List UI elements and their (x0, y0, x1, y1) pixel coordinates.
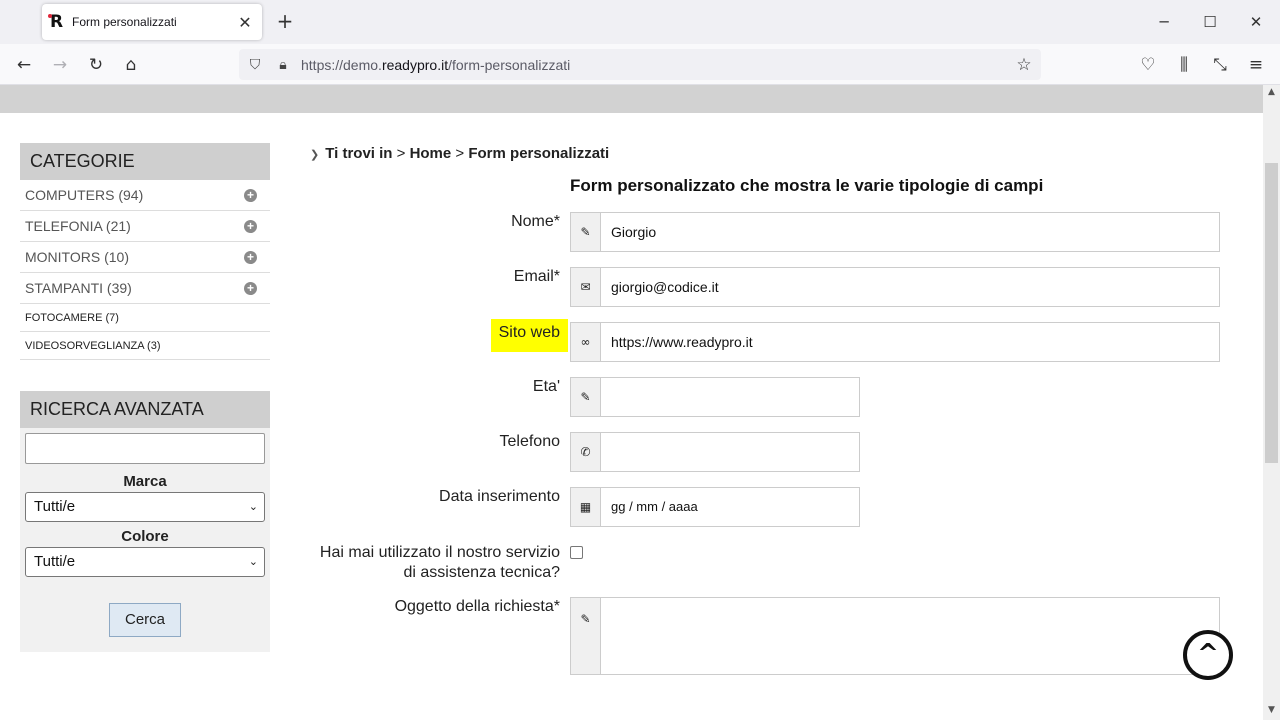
support-question-label: Hai mai utilizzato il nostro servizio di… (319, 544, 560, 581)
link-icon: ∞ (571, 323, 601, 361)
category-item[interactable]: TELEFONIA (21) + (20, 211, 270, 242)
scrollbar-thumb[interactable] (1265, 163, 1278, 463)
email-input[interactable]: giorgio@codice.it (601, 268, 1219, 306)
chevron-down-icon: ⌄ (248, 556, 258, 568)
brand-select[interactable]: Tutti/e ⌄ (25, 492, 265, 522)
search-button[interactable]: Cerca (109, 603, 181, 637)
new-tab-button[interactable]: + (274, 10, 296, 32)
page-scrollbar[interactable]: ▲ ▼ (1263, 85, 1280, 720)
support-checkbox[interactable] (570, 546, 583, 559)
advanced-search-title: RICERCA AVANZATA (20, 391, 270, 428)
tab-title: Form personalizzati (72, 15, 177, 29)
browser-tab[interactable]: R Form personalizzati ✕ (42, 4, 262, 40)
extensions-icon[interactable]: ⤡ (1207, 52, 1233, 78)
website-field-group: ∞ https://www.readypro.it (570, 322, 1220, 362)
color-select[interactable]: Tutti/e ⌄ (25, 547, 265, 577)
age-input[interactable] (601, 378, 859, 416)
subject-field-group: ✎ (570, 597, 1220, 675)
scroll-down-icon[interactable]: ▼ (1263, 705, 1280, 715)
date-field-group: ▦ gg / mm / aaaa (570, 487, 860, 527)
category-item[interactable]: MONITORS (10) + (20, 242, 270, 273)
library-icon[interactable]: ⫼ (1171, 52, 1197, 78)
browser-nav-bar: ← → ↻ ⌂ ⛉ 🔒︎ https://demo.readypro.it/fo… (0, 44, 1280, 85)
bookmark-star-icon[interactable]: ☆ (1011, 55, 1037, 75)
back-arrow-icon[interactable]: ← (11, 52, 37, 78)
age-label: Eta' (532, 378, 560, 395)
subject-label: Oggetto della richiesta* (394, 598, 560, 615)
shield-icon[interactable]: ⛉ (243, 53, 267, 77)
site-logo-icon: R (48, 14, 66, 31)
expand-plus-icon[interactable]: + (244, 282, 257, 295)
color-label: Colore (121, 528, 169, 545)
pocket-icon[interactable]: ♡ (1135, 52, 1161, 78)
calendar-icon: ▦ (571, 488, 601, 526)
subject-textarea[interactable] (601, 598, 1219, 674)
breadcrumb-prefix: Ti trovi in (325, 145, 393, 162)
url-bar[interactable]: ⛉ 🔒︎ https://demo.readypro.it/form-perso… (239, 49, 1041, 80)
phone-field-group: ✆ (570, 432, 860, 472)
email-label: Email* (513, 268, 560, 285)
email-field-group: ✉ giorgio@codice.it (570, 267, 1220, 307)
scroll-up-icon[interactable]: ▲ (1263, 87, 1280, 97)
name-field-group: ✎ Giorgio (570, 212, 1220, 252)
website-input[interactable]: https://www.readypro.it (601, 323, 1219, 361)
breadcrumb-current: Form personalizzati (468, 145, 610, 162)
envelope-icon: ✉ (571, 268, 601, 306)
name-input[interactable]: Giorgio (601, 213, 1219, 251)
url-text[interactable]: https://demo.readypro.it/form-personaliz… (301, 57, 1011, 73)
category-item[interactable]: STAMPANTI (39) + (20, 273, 270, 304)
age-field-group: ✎ (570, 377, 860, 417)
categories-box: CATEGORIE COMPUTERS (94) + TELEFONIA (21)… (20, 143, 270, 360)
home-icon[interactable]: ⌂ (118, 52, 144, 78)
form-title: Form personalizzato che mostra le varie … (570, 176, 1044, 195)
expand-plus-icon[interactable]: + (244, 220, 257, 233)
minimize-icon[interactable]: ─ (1152, 10, 1176, 34)
name-label: Nome* (511, 213, 560, 230)
reload-icon[interactable]: ↻ (83, 52, 109, 78)
website-label: Sito web (490, 319, 568, 352)
pencil-icon: ✎ (571, 378, 601, 416)
chevron-right-icon: ❯ (310, 149, 320, 161)
breadcrumb: ❯ Ti trovi in > Home > Form personalizzat… (310, 145, 610, 162)
expand-plus-icon[interactable]: + (244, 189, 257, 202)
date-label: Data inserimento (439, 488, 560, 505)
browser-tab-bar: R Form personalizzati ✕ + ─ ☐ ✕ (0, 0, 1280, 44)
phone-label: Telefono (499, 433, 561, 450)
expand-plus-icon[interactable]: + (244, 251, 257, 264)
advanced-search-box: RICERCA AVANZATA Marca Tutti/e ⌄ Colore T… (20, 391, 270, 652)
close-window-icon[interactable]: ✕ (1244, 10, 1268, 34)
brand-label: Marca (123, 473, 167, 490)
category-item[interactable]: VIDEOSORVEGLIANZA (3) (20, 332, 270, 360)
advanced-search-input[interactable] (25, 433, 265, 464)
chevron-up-icon: ^ (1197, 639, 1219, 669)
phone-input[interactable] (601, 433, 859, 471)
pencil-icon: ✎ (571, 213, 601, 251)
category-item[interactable]: COMPUTERS (94) + (20, 180, 270, 211)
maximize-icon[interactable]: ☐ (1198, 10, 1222, 34)
categories-title: CATEGORIE (20, 143, 270, 180)
site-header-band (0, 85, 1263, 113)
chevron-down-icon: ⌄ (248, 501, 258, 513)
scroll-to-top-button[interactable]: ^ (1183, 630, 1233, 680)
breadcrumb-home-link[interactable]: Home (410, 145, 452, 162)
close-tab-icon[interactable]: ✕ (236, 13, 254, 32)
pencil-icon: ✎ (571, 598, 601, 674)
phone-icon: ✆ (571, 433, 601, 471)
lock-icon[interactable]: 🔒︎ (271, 53, 295, 77)
category-item[interactable]: FOTOCAMERE (7) (20, 304, 270, 332)
menu-icon[interactable]: ≡ (1243, 52, 1269, 78)
forward-arrow-icon[interactable]: → (47, 52, 73, 78)
date-input[interactable]: gg / mm / aaaa (601, 488, 859, 526)
